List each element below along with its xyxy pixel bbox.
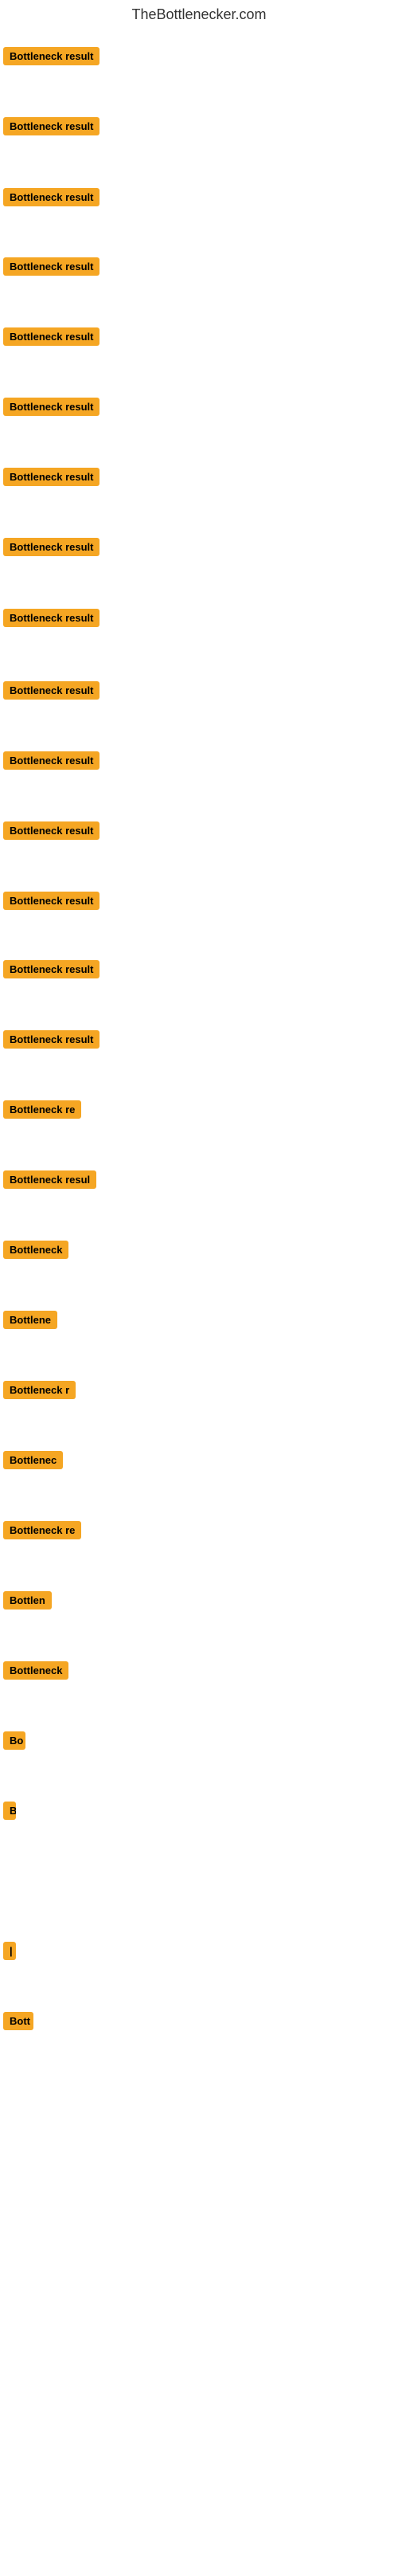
bottleneck-badge-7: Bottleneck result bbox=[3, 468, 100, 486]
bottleneck-badge-20: Bottleneck r bbox=[3, 1381, 76, 1399]
bottleneck-badge-3: Bottleneck result bbox=[3, 188, 100, 206]
bottleneck-badge-17: Bottleneck resul bbox=[3, 1170, 96, 1189]
bottleneck-badge-18: Bottleneck bbox=[3, 1241, 68, 1259]
bottleneck-badge-2: Bottleneck result bbox=[3, 117, 100, 135]
main-container: TheBottlenecker.com bbox=[0, 0, 398, 26]
bottleneck-badge-24: Bottleneck bbox=[3, 1661, 68, 1680]
bottleneck-badge-13: Bottleneck result bbox=[3, 892, 100, 910]
bottleneck-badge-29: Bott bbox=[3, 2012, 33, 2030]
bottleneck-badge-25: Bo bbox=[3, 1731, 25, 1750]
bottleneck-badge-9: Bottleneck result bbox=[3, 609, 100, 627]
bottleneck-badge-19: Bottlene bbox=[3, 1311, 57, 1329]
bottleneck-badge-14: Bottleneck result bbox=[3, 960, 100, 978]
bottleneck-badge-12: Bottleneck result bbox=[3, 821, 100, 840]
bottleneck-badge-22: Bottleneck re bbox=[3, 1521, 81, 1539]
bottleneck-badge-28: | bbox=[3, 1942, 16, 1960]
bottleneck-badge-21: Bottlenec bbox=[3, 1451, 63, 1469]
bottleneck-badge-10: Bottleneck result bbox=[3, 681, 100, 700]
bottleneck-badge-5: Bottleneck result bbox=[3, 327, 100, 346]
bottleneck-badge-6: Bottleneck result bbox=[3, 398, 100, 416]
bottleneck-badge-16: Bottleneck re bbox=[3, 1100, 81, 1119]
site-title: TheBottlenecker.com bbox=[0, 0, 398, 26]
bottleneck-badge-11: Bottleneck result bbox=[3, 751, 100, 770]
bottleneck-badge-8: Bottleneck result bbox=[3, 538, 100, 556]
bottleneck-badge-1: Bottleneck result bbox=[3, 47, 100, 65]
bottleneck-badge-4: Bottleneck result bbox=[3, 257, 100, 276]
bottleneck-badge-15: Bottleneck result bbox=[3, 1030, 100, 1049]
bottleneck-badge-26: B bbox=[3, 1802, 16, 1820]
bottleneck-badge-23: Bottlen bbox=[3, 1591, 52, 1610]
